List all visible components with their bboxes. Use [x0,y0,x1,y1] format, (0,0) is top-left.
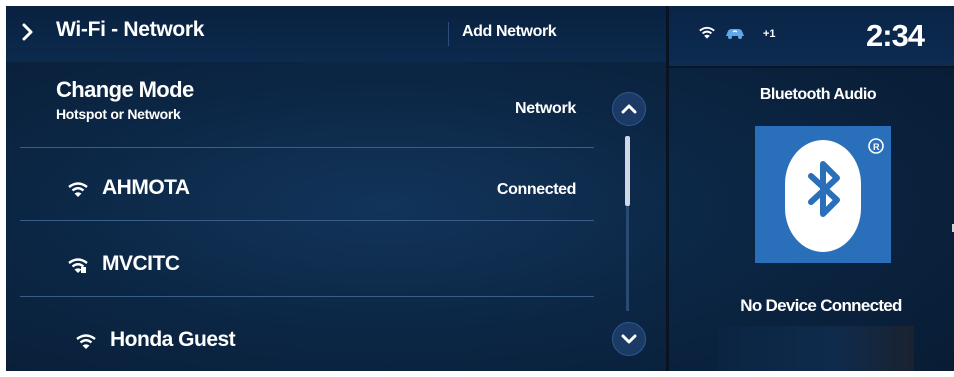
network-name-honda-guest[interactable]: Honda Guest [110,328,236,352]
change-mode-title[interactable]: Change Mode [56,77,194,103]
header-bar: Wi-Fi - Network Add Network [6,6,666,62]
row-divider [20,296,594,297]
header-divider [448,22,449,46]
wifi-icon [68,182,88,197]
scroll-down-button[interactable] [612,322,646,356]
chevron-right-icon[interactable] [18,20,38,44]
svg-text:R: R [873,142,880,152]
network-name-ahmota[interactable]: AHMOTA [102,176,190,200]
network-name-mvcitc[interactable]: MVCITC [102,252,180,276]
row-divider [20,147,594,148]
chevron-down-icon [621,334,637,344]
bluetooth-tile[interactable]: R [755,126,891,263]
media-controls-area [718,326,914,371]
wifi-signal-icon [68,258,88,273]
bluetooth-audio-title: Bluetooth Audio [759,86,877,103]
status-bar-divider [669,66,954,68]
change-mode-value[interactable]: Network [486,100,576,118]
infotainment-screen: Wi-Fi - Network Add Network Change Mode … [6,6,954,371]
notification-count: +1 [763,28,776,40]
network-status-connected: Connected [496,181,576,198]
scroll-thumb[interactable] [625,136,630,206]
bluetooth-status: No Device Connected [740,296,902,315]
wifi-status-icon [699,26,715,39]
bluetooth-icon: R [785,138,884,252]
change-mode-subtitle: Hotspot or Network [56,106,181,122]
scroll-up-button[interactable] [612,92,646,126]
car-connection-icon [726,29,744,39]
page-title: Wi-Fi - Network [56,18,205,41]
clock: 2:34 [866,18,925,53]
row-divider [20,220,594,221]
add-network-button[interactable]: Add Network [462,23,557,41]
wifi-icon [76,334,96,349]
chevron-up-icon [621,104,637,114]
